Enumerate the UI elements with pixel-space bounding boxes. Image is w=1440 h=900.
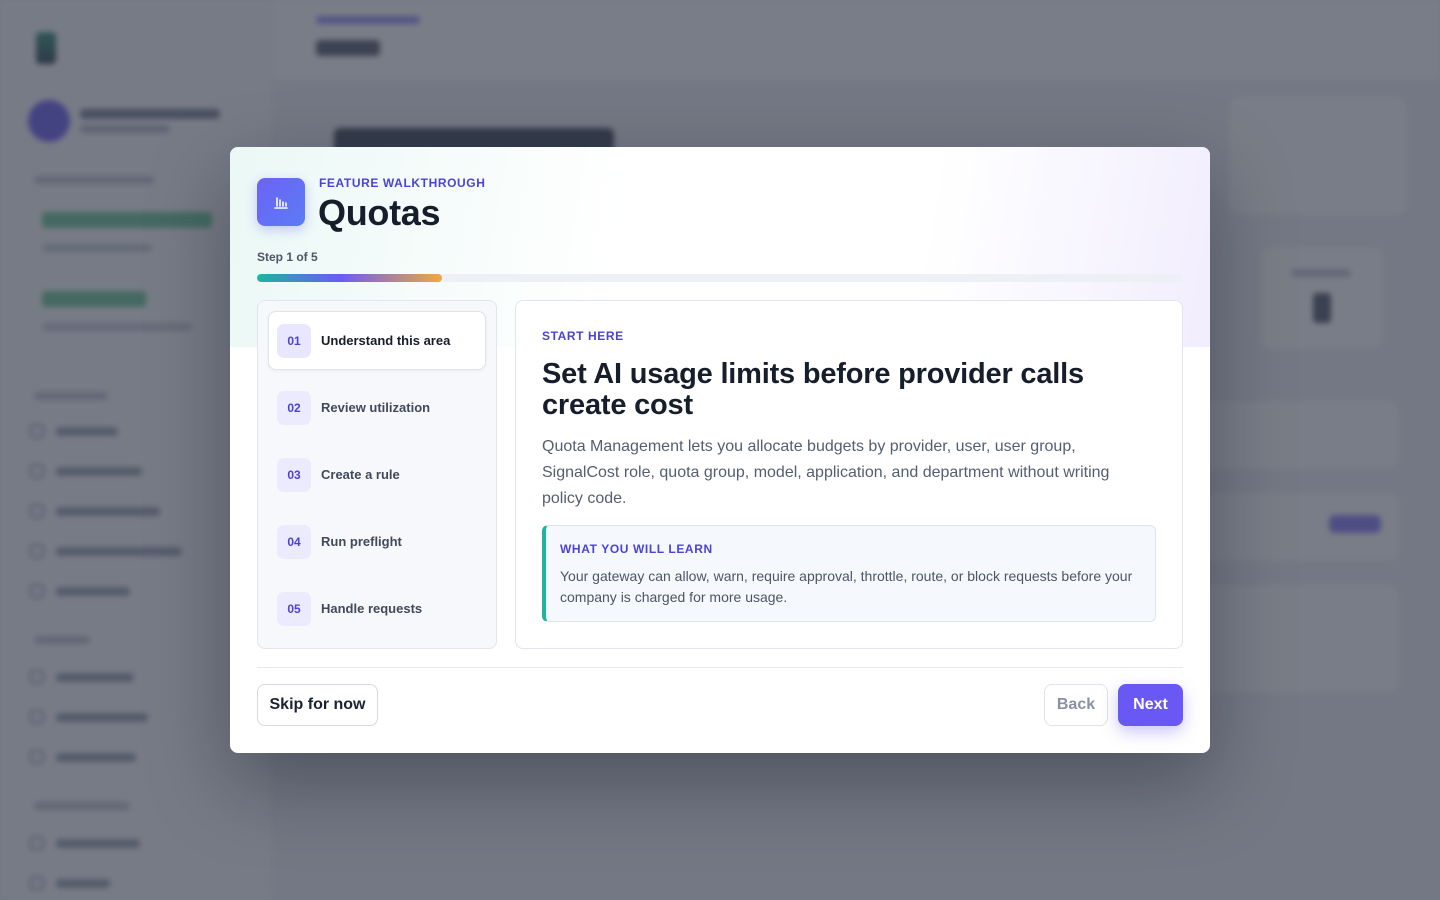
step-number: 04: [277, 524, 311, 559]
step-item-review[interactable]: 02 Review utilization: [268, 378, 486, 437]
back-button[interactable]: Back: [1044, 684, 1108, 726]
content-eyebrow: START HERE: [542, 329, 624, 343]
content-title: Set AI usage limits before provider call…: [542, 358, 1084, 421]
learn-callout: WHAT YOU WILL LEARN Your gateway can all…: [542, 525, 1156, 622]
bar-chart-icon: [257, 178, 305, 226]
learn-title: WHAT YOU WILL LEARN: [560, 542, 713, 556]
modal-eyebrow: FEATURE WALKTHROUGH: [319, 176, 486, 190]
step-label: Create a rule: [321, 467, 400, 482]
step-content-card: START HERE Set AI usage limits before pr…: [515, 300, 1183, 649]
step-number: 03: [277, 457, 311, 492]
progress-fill: [257, 274, 443, 282]
modal-title: Quotas: [318, 192, 441, 233]
footer-divider: [257, 667, 1183, 668]
step-counter: Step 1 of 5: [257, 250, 318, 264]
step-number: 01: [277, 323, 311, 358]
steps-list: 01 Understand this area 02 Review utiliz…: [257, 300, 497, 649]
step-item-preflight[interactable]: 04 Run preflight: [268, 512, 486, 571]
step-item-handle-requests[interactable]: 05 Handle requests: [268, 579, 486, 638]
step-label: Run preflight: [321, 534, 402, 549]
step-number: 05: [277, 591, 311, 626]
walkthrough-modal: FEATURE WALKTHROUGH Quotas Step 1 of 5 0…: [230, 147, 1210, 753]
progress-bar: [257, 274, 1183, 282]
skip-button[interactable]: Skip for now: [257, 684, 378, 726]
content-body: Quota Management lets you allocate budge…: [542, 438, 1110, 507]
learn-body: Your gateway can allow, warn, require ap…: [560, 568, 1133, 605]
next-button[interactable]: Next: [1118, 684, 1183, 726]
step-label: Handle requests: [321, 601, 423, 616]
step-label: Review utilization: [321, 400, 431, 415]
step-item-understand[interactable]: 01 Understand this area: [268, 311, 486, 370]
step-item-create-rule[interactable]: 03 Create a rule: [268, 445, 486, 504]
step-label: Understand this area: [321, 333, 451, 348]
step-number: 02: [277, 390, 311, 425]
